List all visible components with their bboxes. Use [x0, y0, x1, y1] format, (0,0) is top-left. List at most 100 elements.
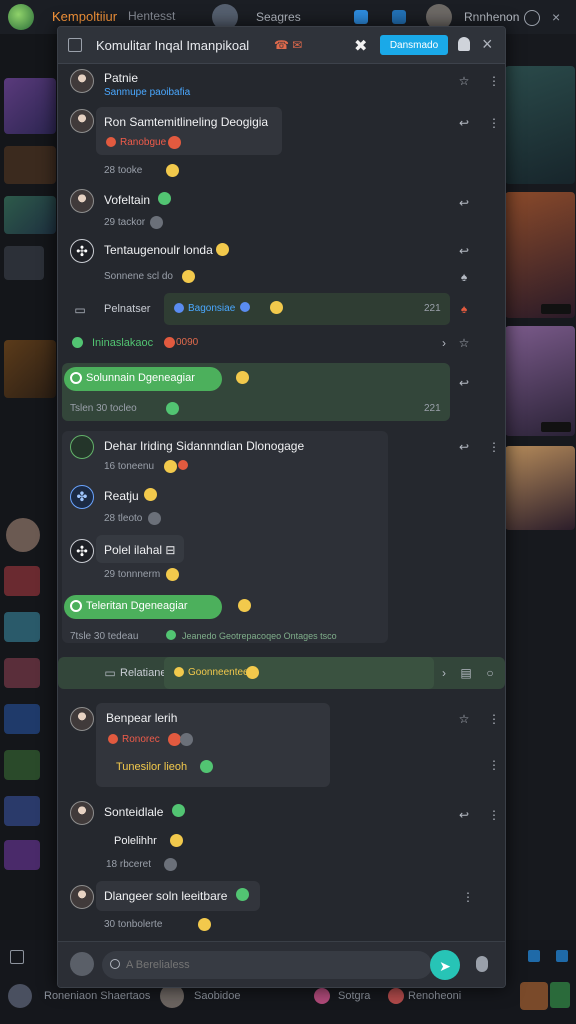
list-item[interactable]: ✣ Polel ilahal ⊟ 29 tonnnerm [58, 535, 505, 585]
grid-icon[interactable] [10, 950, 24, 964]
gear-icon[interactable]: ✖ [354, 36, 367, 56]
emoji-icon[interactable] [200, 760, 213, 773]
avatar[interactable] [388, 988, 404, 1004]
folder-icon[interactable]: ▤ [460, 667, 472, 679]
clock-icon[interactable]: ○ [484, 667, 496, 679]
system-icon[interactable]: ✣ [70, 539, 94, 563]
emoji-icon[interactable] [168, 136, 181, 149]
sender-name[interactable]: Patnie [104, 71, 138, 85]
emoji-icon[interactable] [164, 337, 175, 348]
sender-name[interactable]: Tentaugenoulr londa [104, 243, 213, 257]
gear-icon[interactable] [524, 10, 540, 26]
flag-icon[interactable]: ☎ ✉ [274, 38, 302, 52]
system-row[interactable]: Ininaslakaoc 0090 › ☆ [58, 331, 505, 357]
emoji-icon[interactable] [164, 858, 177, 871]
avatar[interactable] [70, 435, 94, 459]
thumbnail[interactable] [520, 982, 548, 1010]
sender-name[interactable]: Ron Samtemitlineling Deogigia [104, 115, 268, 129]
folder-icon[interactable]: ▭ [74, 304, 86, 316]
mic-icon[interactable] [476, 956, 488, 972]
thumbnail[interactable] [4, 840, 40, 870]
emoji-icon[interactable] [216, 243, 229, 256]
thumbnail[interactable] [4, 750, 40, 780]
thumbnail[interactable] [550, 982, 570, 1008]
reply-icon[interactable]: ↩ [458, 441, 470, 453]
avatar[interactable] [70, 109, 94, 133]
avatar[interactable] [70, 885, 94, 909]
emoji-icon[interactable] [164, 460, 177, 473]
avatar[interactable] [314, 988, 330, 1004]
reaction-icon[interactable] [108, 734, 118, 744]
avatar[interactable] [70, 801, 94, 825]
list-item[interactable]: Teleritan Dgeneagiar 7tsle 30 tedeau Jea… [58, 591, 505, 647]
pin-icon[interactable]: ☆ [458, 75, 470, 87]
thumbnail[interactable] [4, 146, 56, 184]
reply-icon[interactable]: ↩ [458, 197, 470, 209]
reply-icon[interactable]: ↩ [458, 809, 470, 821]
thumbnail[interactable] [4, 340, 56, 398]
emoji-icon[interactable] [166, 402, 179, 415]
list-item[interactable]: Vofeltain 29 tackor ↩ [58, 187, 505, 235]
more-icon[interactable]: ⋮ [488, 441, 500, 453]
reply-icon[interactable]: ↩ [458, 117, 470, 129]
folder-icon[interactable]: ▭ [104, 667, 116, 679]
thumbnail[interactable] [4, 658, 40, 688]
emoji-icon[interactable] [166, 630, 176, 640]
reply-icon[interactable]: ↩ [458, 377, 470, 389]
avatar[interactable] [70, 69, 94, 93]
more-icon[interactable]: ⋮ [488, 117, 500, 129]
sender-name[interactable]: Benpear lerih [106, 711, 177, 725]
list-item[interactable]: Solunnain Dgeneagiar Tslen 30 tocleo 221… [58, 361, 505, 423]
thumbnail[interactable] [505, 192, 575, 318]
system-row[interactable]: ▭ Relatiane Goonneentees › ▤ ○ [58, 657, 505, 691]
emoji-icon[interactable] [166, 568, 179, 581]
bell-icon[interactable]: ♠ [458, 271, 470, 283]
emoji-icon[interactable] [246, 666, 259, 679]
emoji-icon[interactable] [150, 216, 163, 229]
thumbnail[interactable] [505, 326, 575, 436]
thumbnail[interactable] [4, 246, 44, 280]
close-icon[interactable]: × [482, 34, 493, 55]
emoji-icon[interactable] [270, 301, 283, 314]
emoji-icon[interactable] [240, 302, 250, 312]
emoji-icon[interactable] [182, 270, 195, 283]
reply-icon[interactable]: ↩ [458, 245, 470, 257]
bottom-item[interactable]: Renoheoni [408, 990, 461, 1002]
thumbnail[interactable] [505, 66, 575, 184]
chevron-right-icon[interactable]: › [438, 337, 450, 349]
brand-name[interactable]: Kempoltiiur [52, 9, 117, 24]
sender-name[interactable]: Reatju [104, 489, 139, 503]
thumbnail[interactable] [4, 78, 56, 134]
list-item[interactable]: ✣ Tentaugenoulr londa Sonnene scl do ↩ ♠ [58, 237, 505, 293]
chevron-right-icon[interactable]: › [438, 667, 450, 679]
thumbnail[interactable] [4, 612, 40, 642]
sender-name[interactable]: Polel ilahal ⊟ [104, 543, 175, 557]
sender-name[interactable]: Dehar Iriding Sidannndian Dlonogage [104, 439, 304, 453]
thumbnail[interactable] [4, 796, 40, 826]
emoji-icon[interactable] [236, 888, 249, 901]
emoji-icon[interactable] [172, 804, 185, 817]
bell-icon[interactable] [458, 37, 470, 51]
grid-icon[interactable] [392, 10, 406, 24]
avatar[interactable] [70, 952, 94, 976]
sender-name[interactable]: Dlangeer soln leeitbare [104, 889, 227, 903]
shield-icon[interactable] [528, 950, 540, 962]
send-button[interactable]: ➤ [430, 950, 460, 980]
sender-name[interactable]: Sonteidlale [104, 805, 163, 819]
list-item[interactable]: Benpear lerih Ronorec Tunesilor lieoh ☆ … [58, 703, 505, 789]
thumbnail[interactable] [4, 704, 40, 734]
grid-icon[interactable] [556, 950, 568, 962]
sender-name[interactable]: Vofeltain [104, 193, 150, 207]
cta-button[interactable]: Dansmado [380, 35, 448, 55]
list-item[interactable]: ✤ Reatju 28 tleoto [58, 483, 505, 531]
emoji-icon[interactable] [166, 164, 179, 177]
bottom-item[interactable]: Roneniaon Shaertaos [44, 990, 150, 1002]
reaction-icon[interactable] [106, 137, 116, 147]
pin-icon[interactable]: ☆ [458, 713, 470, 725]
emoji-icon[interactable] [144, 488, 157, 501]
back-icon[interactable] [68, 38, 82, 52]
pin-icon[interactable]: ☆ [458, 337, 470, 349]
emoji-icon[interactable] [238, 599, 251, 612]
emoji-icon[interactable] [180, 733, 193, 746]
list-item[interactable]: Dlangeer soln leeitbare 30 tonbolerte ⋮ [58, 881, 505, 937]
